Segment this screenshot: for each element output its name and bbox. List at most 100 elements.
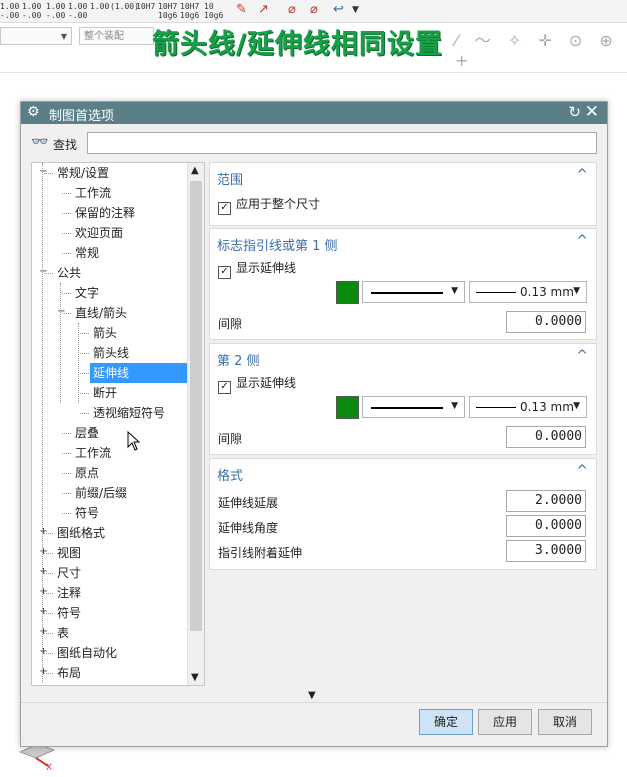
apply-button[interactable]: 应用 xyxy=(478,709,532,735)
toolbar-tolerance-button[interactable]: 10 10g6 xyxy=(204,2,223,20)
toolbar-tolerance-button[interactable]: 1.00 -.00 xyxy=(68,2,87,20)
video-caption-title: 箭头线/延伸线相同设置 xyxy=(152,29,443,60)
tree-item[interactable]: 布局 xyxy=(54,663,84,683)
tree-item[interactable]: 欢迎页面 xyxy=(72,223,126,243)
line-width-combo[interactable]: 0.13 mm ▼ xyxy=(469,396,587,418)
collapse-node-icon[interactable]: − xyxy=(39,167,48,177)
tree-item[interactable]: 箭头线 xyxy=(90,343,132,363)
tree-item[interactable]: 保留的注释 xyxy=(72,203,138,223)
apply-whole-dimension-checkbox[interactable]: ✓ 应用于整个尺寸 xyxy=(218,196,320,215)
toolbar-tolerance-button[interactable]: 1.00 -.00 xyxy=(0,2,19,20)
tree-item[interactable]: 图纸自动化 xyxy=(54,643,120,663)
line-color-swatch[interactable] xyxy=(336,281,359,304)
tree-item[interactable]: 常规/设置 xyxy=(54,163,112,183)
toolbar-tolerance-button[interactable]: 10H7 10g6 xyxy=(158,2,177,20)
side1-panel-header[interactable]: 标志指引线或第 1 侧 ^ xyxy=(210,229,596,255)
tree-item[interactable]: 工作流 xyxy=(72,443,114,463)
collapse-icon[interactable]: ^ xyxy=(576,348,588,364)
expand-node-icon[interactable]: + xyxy=(39,567,48,577)
scroll-down-icon[interactable]: ▼ xyxy=(191,672,199,683)
tree-item[interactable]: 透视缩短符号 xyxy=(90,403,168,423)
expand-node-icon[interactable]: + xyxy=(39,627,48,637)
filter-combo[interactable]: ▼ xyxy=(0,27,72,45)
diameter-alt-icon[interactable]: ⌀ xyxy=(310,2,318,17)
dialog-titlebar[interactable]: ⚙ 制图首选项 ↻ ✕ xyxy=(21,102,607,124)
tree-item[interactable]: 视图 xyxy=(54,543,84,563)
close-icon[interactable]: ✕ xyxy=(585,102,599,122)
tree-item[interactable]: 层叠 xyxy=(72,423,102,443)
toolbar-tolerance-button[interactable]: 1.00 xyxy=(90,2,109,11)
tree-item[interactable]: 文字 xyxy=(72,283,102,303)
scope-panel: 范围 ^ ✓ 应用于整个尺寸 xyxy=(209,162,597,226)
side2-panel-header[interactable]: 第 2 侧 ^ xyxy=(210,344,596,370)
expand-node-icon[interactable]: + xyxy=(39,667,48,677)
collapse-node-icon[interactable]: − xyxy=(57,307,66,317)
collapse-icon[interactable]: ^ xyxy=(576,463,588,479)
checkbox-checked-icon[interactable]: ✓ xyxy=(218,202,231,215)
collapse-icon[interactable]: ^ xyxy=(576,233,588,249)
dropdown-icon[interactable]: ▼ xyxy=(352,5,359,15)
scroll-thumb[interactable] xyxy=(190,181,202,631)
diameter-icon[interactable]: ⌀ xyxy=(288,2,296,17)
checkbox-checked-icon[interactable]: ✓ xyxy=(218,381,231,394)
tree-item[interactable]: 工作流 xyxy=(72,183,114,203)
collapse-icon[interactable]: ^ xyxy=(576,167,588,183)
gap-input[interactable]: 0.0000 xyxy=(506,426,586,448)
toolbar-tolerance-button[interactable]: 10H7 10g6 xyxy=(180,2,199,20)
tree-item[interactable]: 符号 xyxy=(72,503,102,523)
line-tool-icon[interactable]: ↗ xyxy=(258,2,269,17)
format-panel-header[interactable]: 格式 ^ xyxy=(210,459,596,485)
scroll-up-icon[interactable]: ▲ xyxy=(191,165,199,176)
toolbar-tolerance-button[interactable]: 10H7 xyxy=(136,2,155,11)
tree-item[interactable]: 表 xyxy=(54,623,72,643)
tree-item[interactable]: 符号 xyxy=(54,603,84,623)
mouse-cursor-icon xyxy=(127,431,141,451)
extension-line-angle-input[interactable]: 0.0000 xyxy=(506,515,586,537)
tree-item[interactable]: 注释 xyxy=(54,583,84,603)
expand-node-icon[interactable]: + xyxy=(39,647,48,657)
tree-item-label: 布局 xyxy=(57,666,82,680)
leader-attach-extension-input[interactable]: 3.0000 xyxy=(506,540,586,562)
line-style-combo[interactable]: ▼ xyxy=(362,396,465,418)
tree-item[interactable]: 公共 xyxy=(54,263,84,283)
show-extension-line-checkbox[interactable]: ✓ 显示延伸线 xyxy=(218,260,296,279)
tree-item[interactable]: 前缀/后缀 xyxy=(72,483,130,503)
tree-item[interactable]: 原点 xyxy=(72,463,102,483)
expand-node-icon[interactable]: + xyxy=(39,587,48,597)
gap-label: 间隙 xyxy=(218,432,243,446)
snap-symbols[interactable]: ⁄ 〜 ✧ ✛ ⊙ ⊕ + xyxy=(455,27,627,70)
more-options-icon[interactable]: ▼ xyxy=(308,690,316,701)
tree-item[interactable]: 箭头 xyxy=(90,323,120,343)
sketch-icon[interactable]: ✎ xyxy=(236,2,247,17)
expand-node-icon[interactable]: + xyxy=(39,607,48,617)
collapse-node-icon[interactable]: − xyxy=(39,267,48,277)
cancel-button[interactable]: 取消 xyxy=(538,709,592,735)
scope-panel-header[interactable]: 范围 ^ xyxy=(210,163,596,189)
toolbar-tolerance-button[interactable]: (1.00) xyxy=(110,2,139,11)
dropdown-icon: ▼ xyxy=(573,401,580,411)
toolbar-tolerance-button[interactable]: 1.00 -.00 xyxy=(22,2,41,20)
scope-combo-text: 整个装配 xyxy=(84,31,124,42)
checkbox-checked-icon[interactable]: ✓ xyxy=(218,266,231,279)
line-color-swatch[interactable] xyxy=(336,396,359,419)
tree-item[interactable]: 常规 xyxy=(72,243,102,263)
tree-item[interactable]: 直线/箭头 xyxy=(72,303,130,323)
scope-combo[interactable]: 整个装配 xyxy=(79,27,154,45)
toolbar-tolerance-button[interactable]: 1.00 -.00 xyxy=(46,2,65,20)
expand-node-icon[interactable]: + xyxy=(39,527,48,537)
tree-scrollbar[interactable]: ▲ ▼ xyxy=(187,163,204,685)
line-width-combo[interactable]: 0.13 mm ▼ xyxy=(469,281,587,303)
reset-icon[interactable]: ↻ xyxy=(568,103,581,121)
ok-button[interactable]: 确定 xyxy=(419,709,473,735)
tree-item[interactable]: 延伸线 xyxy=(90,363,189,383)
tree-item[interactable]: 断开 xyxy=(90,383,120,403)
extension-line-extension-input[interactable]: 2.0000 xyxy=(506,490,586,512)
tree-item[interactable]: 尺寸 xyxy=(54,563,84,583)
find-input[interactable] xyxy=(87,132,597,154)
undo-icon[interactable]: ↩ xyxy=(333,2,344,17)
show-extension-line-checkbox[interactable]: ✓ 显示延伸线 xyxy=(218,375,296,394)
tree-item[interactable]: 图纸格式 xyxy=(54,523,108,543)
line-style-combo[interactable]: ▼ xyxy=(362,281,465,303)
gap-input[interactable]: 0.0000 xyxy=(506,311,586,333)
expand-node-icon[interactable]: + xyxy=(39,547,48,557)
